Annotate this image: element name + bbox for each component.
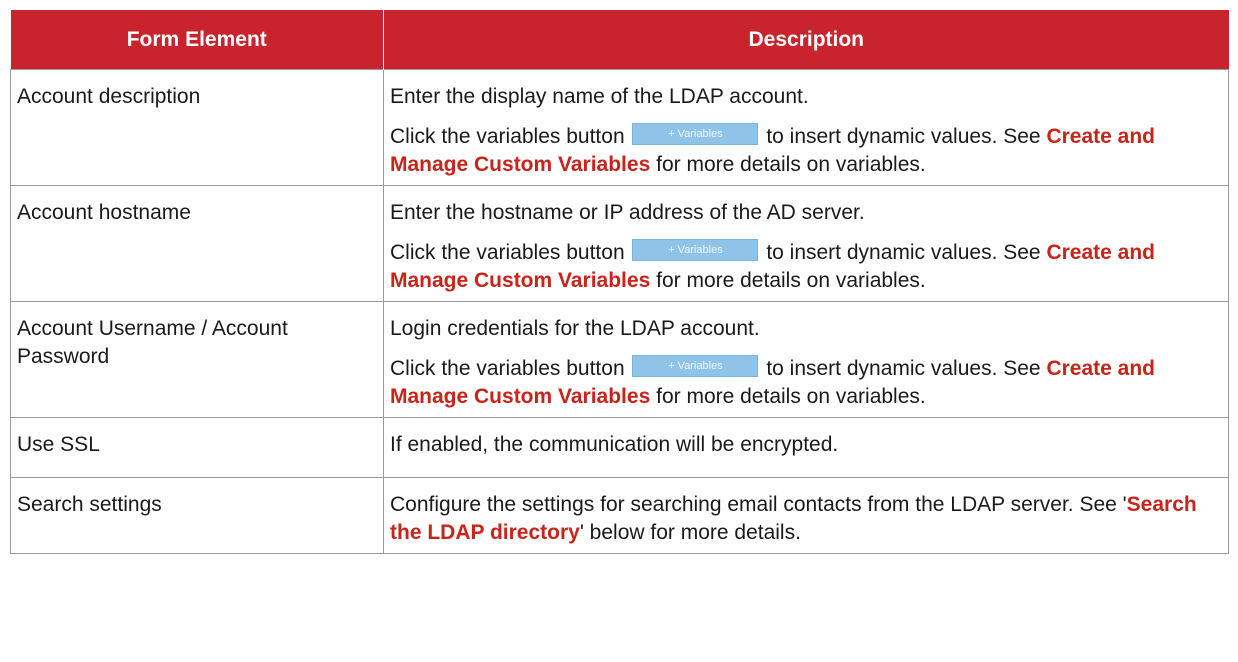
description-text: to insert dynamic values. See — [766, 357, 1041, 380]
form-elements-table: Form Element Description Account descrip… — [10, 10, 1229, 554]
table-header-row: Form Element Description — [10, 10, 1229, 70]
description-text: ' below for more details. — [579, 521, 801, 544]
description-text: Enter the hostname or IP address of the … — [390, 201, 865, 224]
variables-paragraph: Click the variables button + Variables t… — [390, 123, 1222, 179]
variables-button[interactable]: + Variables — [632, 355, 759, 378]
form-element-cell: Account Username / Account Password — [10, 301, 384, 418]
variables-button[interactable]: + Variables — [632, 239, 759, 262]
description-text: for more details on variables. — [656, 153, 926, 176]
table-row: Use SSL If enabled, the communication wi… — [10, 417, 1229, 478]
description-text: Click the variables button — [390, 357, 625, 380]
description-text: to insert dynamic values. See — [766, 125, 1041, 148]
description-text: for more details on variables. — [656, 269, 926, 292]
description-text: Click the variables button — [390, 241, 625, 264]
variables-paragraph: Click the variables button + Variables t… — [390, 239, 1222, 295]
form-element-cell: Search settings — [10, 477, 384, 554]
description-cell: Enter the display name of the LDAP accou… — [383, 69, 1229, 186]
table-row: Search settings Configure the settings f… — [10, 477, 1229, 554]
form-element-cell: Account description — [10, 69, 384, 186]
variables-paragraph: Click the variables button + Variables t… — [390, 355, 1222, 411]
description-cell: Configure the settings for searching ema… — [383, 477, 1229, 554]
description-text: Configure the settings for searching ema… — [390, 493, 1127, 516]
form-element-cell: Use SSL — [10, 417, 384, 478]
table-row: Account hostname Enter the hostname or I… — [10, 185, 1229, 302]
form-element-cell: Account hostname — [10, 185, 384, 302]
description-cell: Login credentials for the LDAP account. … — [383, 301, 1229, 418]
table-row: Account description Enter the display na… — [10, 69, 1229, 186]
description-text: If enabled, the communication will be en… — [390, 433, 839, 456]
variables-button[interactable]: + Variables — [632, 123, 759, 146]
description-text: Enter the display name of the LDAP accou… — [390, 85, 809, 108]
description-cell: If enabled, the communication will be en… — [383, 417, 1229, 478]
description-text: for more details on variables. — [656, 385, 926, 408]
description-text: to insert dynamic values. See — [766, 241, 1041, 264]
header-description: Description — [383, 10, 1229, 70]
description-text: Login credentials for the LDAP account. — [390, 317, 760, 340]
table-row: Account Username / Account Password Logi… — [10, 301, 1229, 418]
description-cell: Enter the hostname or IP address of the … — [383, 185, 1229, 302]
header-form-element: Form Element — [10, 10, 384, 70]
search-settings-paragraph: Configure the settings for searching ema… — [390, 491, 1222, 547]
description-text: Click the variables button — [390, 125, 625, 148]
